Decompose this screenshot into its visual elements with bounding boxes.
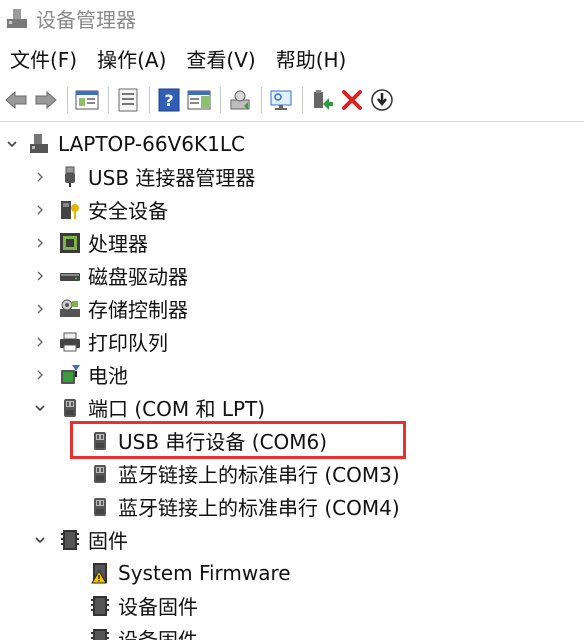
tree-category-storage-controllers[interactable]: 存储控制器 (30, 292, 188, 325)
chevron-right-icon[interactable] (30, 325, 50, 358)
port-icon (58, 396, 82, 420)
menu-file[interactable]: 文件(F) (0, 40, 87, 80)
usb-connector-icon (58, 165, 82, 189)
chevron-right-icon[interactable] (30, 358, 50, 391)
chevron-right-icon[interactable] (30, 160, 50, 193)
title-bar: 设备管理器 (0, 0, 584, 36)
device-label: System Firmware (118, 560, 291, 585)
device-label: 蓝牙链接上的标准串行 (COM4) (118, 496, 400, 520)
menu-action[interactable]: 操作(A) (87, 40, 176, 80)
computer-icon (28, 132, 52, 156)
tree-device-bt-serial-com3[interactable]: 蓝牙链接上的标准串行 (COM3) (88, 457, 400, 490)
toolbar-separator (302, 87, 303, 113)
device-tree[interactable]: LAPTOP-66V6K1LC USB 连接器管理器 安全设备 处理器 磁盘驱动… (0, 127, 584, 640)
disk-drive-icon (58, 264, 82, 288)
category-label: 磁盘驱动器 (88, 265, 188, 289)
toolbar: ? (0, 82, 584, 118)
processor-icon (58, 231, 82, 255)
battery-icon (58, 363, 82, 387)
properties-icon[interactable] (114, 85, 142, 115)
disable-device-icon[interactable] (368, 85, 396, 115)
firmware-icon (58, 528, 82, 552)
tree-category-print-queues[interactable]: 打印队列 (30, 325, 168, 358)
tree-category-battery[interactable]: 电池 (30, 358, 128, 391)
firmware-icon (88, 594, 112, 618)
window-title: 设备管理器 (36, 7, 136, 32)
chevron-down-icon[interactable] (2, 127, 22, 160)
category-label: 处理器 (88, 232, 148, 256)
forward-arrow-icon[interactable] (32, 85, 60, 115)
uninstall-device-icon[interactable] (338, 85, 366, 115)
device-manager-icon (4, 5, 30, 31)
scan-hardware-icon[interactable] (267, 85, 295, 115)
firmware-warning-icon (88, 561, 112, 585)
update-driver-icon[interactable] (226, 85, 254, 115)
tree-category-usb-connector-manager[interactable]: USB 连接器管理器 (30, 160, 255, 193)
tree-device-system-firmware[interactable]: System Firmware (88, 556, 291, 589)
toolbar-separator (149, 87, 150, 113)
category-label: 安全设备 (88, 199, 168, 223)
device-label: 设备固件 (118, 628, 198, 640)
show-hide-console-tree-icon[interactable] (73, 85, 101, 115)
toolbar-separator (261, 87, 262, 113)
security-device-icon (58, 198, 82, 222)
category-label: 端口 (COM 和 LPT) (88, 397, 266, 421)
chevron-right-icon[interactable] (30, 259, 50, 292)
storage-controller-icon (58, 297, 82, 321)
port-icon (88, 495, 112, 519)
chevron-down-icon[interactable] (30, 391, 50, 424)
toolbar-separator (67, 87, 68, 113)
device-label: 蓝牙链接上的标准串行 (COM3) (118, 463, 400, 487)
back-arrow-icon[interactable] (2, 85, 30, 115)
printer-icon (58, 330, 82, 354)
port-icon (88, 462, 112, 486)
tree-device-firmware-2[interactable]: 设备固件 (88, 622, 198, 640)
menu-help[interactable]: 帮助(H) (266, 40, 357, 80)
add-driver-icon[interactable] (308, 85, 336, 115)
tree-category-firmware[interactable]: 固件 (30, 523, 128, 556)
tree-category-security-devices[interactable]: 安全设备 (30, 193, 168, 226)
computer-name: LAPTOP-66V6K1LC (58, 131, 245, 156)
category-label: USB 连接器管理器 (88, 166, 256, 190)
toolbar-separator (108, 87, 109, 113)
tree-root[interactable]: LAPTOP-66V6K1LC (2, 127, 245, 160)
svg-text:?: ? (164, 91, 173, 110)
toolbar-divider (0, 121, 584, 122)
chevron-down-icon[interactable] (30, 523, 50, 556)
toolbar-separator (220, 87, 221, 113)
tree-category-disk-drives[interactable]: 磁盘驱动器 (30, 259, 188, 292)
category-label: 电池 (88, 364, 128, 388)
action-pane-icon[interactable] (185, 85, 213, 115)
help-icon[interactable]: ? (155, 85, 183, 115)
tree-category-processor[interactable]: 处理器 (30, 226, 148, 259)
menu-bar: 文件(F) 操作(A) 查看(V) 帮助(H) (0, 40, 584, 80)
device-label: 设备固件 (118, 595, 198, 619)
category-label: 打印队列 (88, 331, 168, 355)
tree-device-firmware-1[interactable]: 设备固件 (88, 589, 198, 622)
chevron-right-icon[interactable] (30, 292, 50, 325)
chevron-right-icon[interactable] (30, 226, 50, 259)
menu-view[interactable]: 查看(V) (176, 40, 265, 80)
tree-category-ports[interactable]: 端口 (COM 和 LPT) (30, 391, 265, 424)
category-label: 固件 (88, 529, 128, 553)
firmware-icon (88, 627, 112, 640)
category-label: 存储控制器 (88, 298, 188, 322)
highlight-box (70, 421, 406, 459)
chevron-right-icon[interactable] (30, 193, 50, 226)
tree-device-bt-serial-com4[interactable]: 蓝牙链接上的标准串行 (COM4) (88, 490, 400, 523)
